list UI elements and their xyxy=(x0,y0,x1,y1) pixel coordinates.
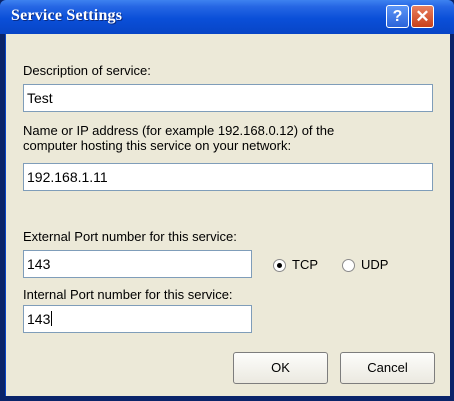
close-button[interactable]: ✕ xyxy=(411,5,434,28)
udp-label[interactable]: UDP xyxy=(361,257,388,272)
external-port-input[interactable]: 143 xyxy=(23,250,252,278)
host-label-line1: Name or IP address (for example 192.168.… xyxy=(23,123,335,138)
dialog-body: Description of service: Test Name or IP … xyxy=(5,34,450,396)
dialog-title: Service Settings xyxy=(11,7,123,24)
internal-port-label: Internal Port number for this service: xyxy=(23,287,233,302)
title-bar[interactable]: Service Settings ? ✕ xyxy=(0,0,454,34)
internal-port-value: 143 xyxy=(27,311,51,327)
ok-button[interactable]: OK xyxy=(233,352,328,384)
external-port-label: External Port number for this service: xyxy=(23,229,237,244)
description-input[interactable]: Test xyxy=(23,84,433,112)
host-label-line2: computer hosting this service on your ne… xyxy=(23,138,292,153)
text-caret xyxy=(51,311,53,326)
description-label: Description of service: xyxy=(23,63,151,78)
udp-radio[interactable] xyxy=(342,259,355,272)
help-button[interactable]: ? xyxy=(386,5,409,28)
tcp-label[interactable]: TCP xyxy=(292,257,318,272)
internal-port-input[interactable]: 143 xyxy=(23,305,252,333)
cancel-button[interactable]: Cancel xyxy=(340,352,435,384)
tcp-radio[interactable] xyxy=(273,259,286,272)
service-settings-dialog: Service Settings ? ✕ Description of serv… xyxy=(0,0,454,401)
host-input[interactable]: 192.168.1.11 xyxy=(23,163,433,191)
